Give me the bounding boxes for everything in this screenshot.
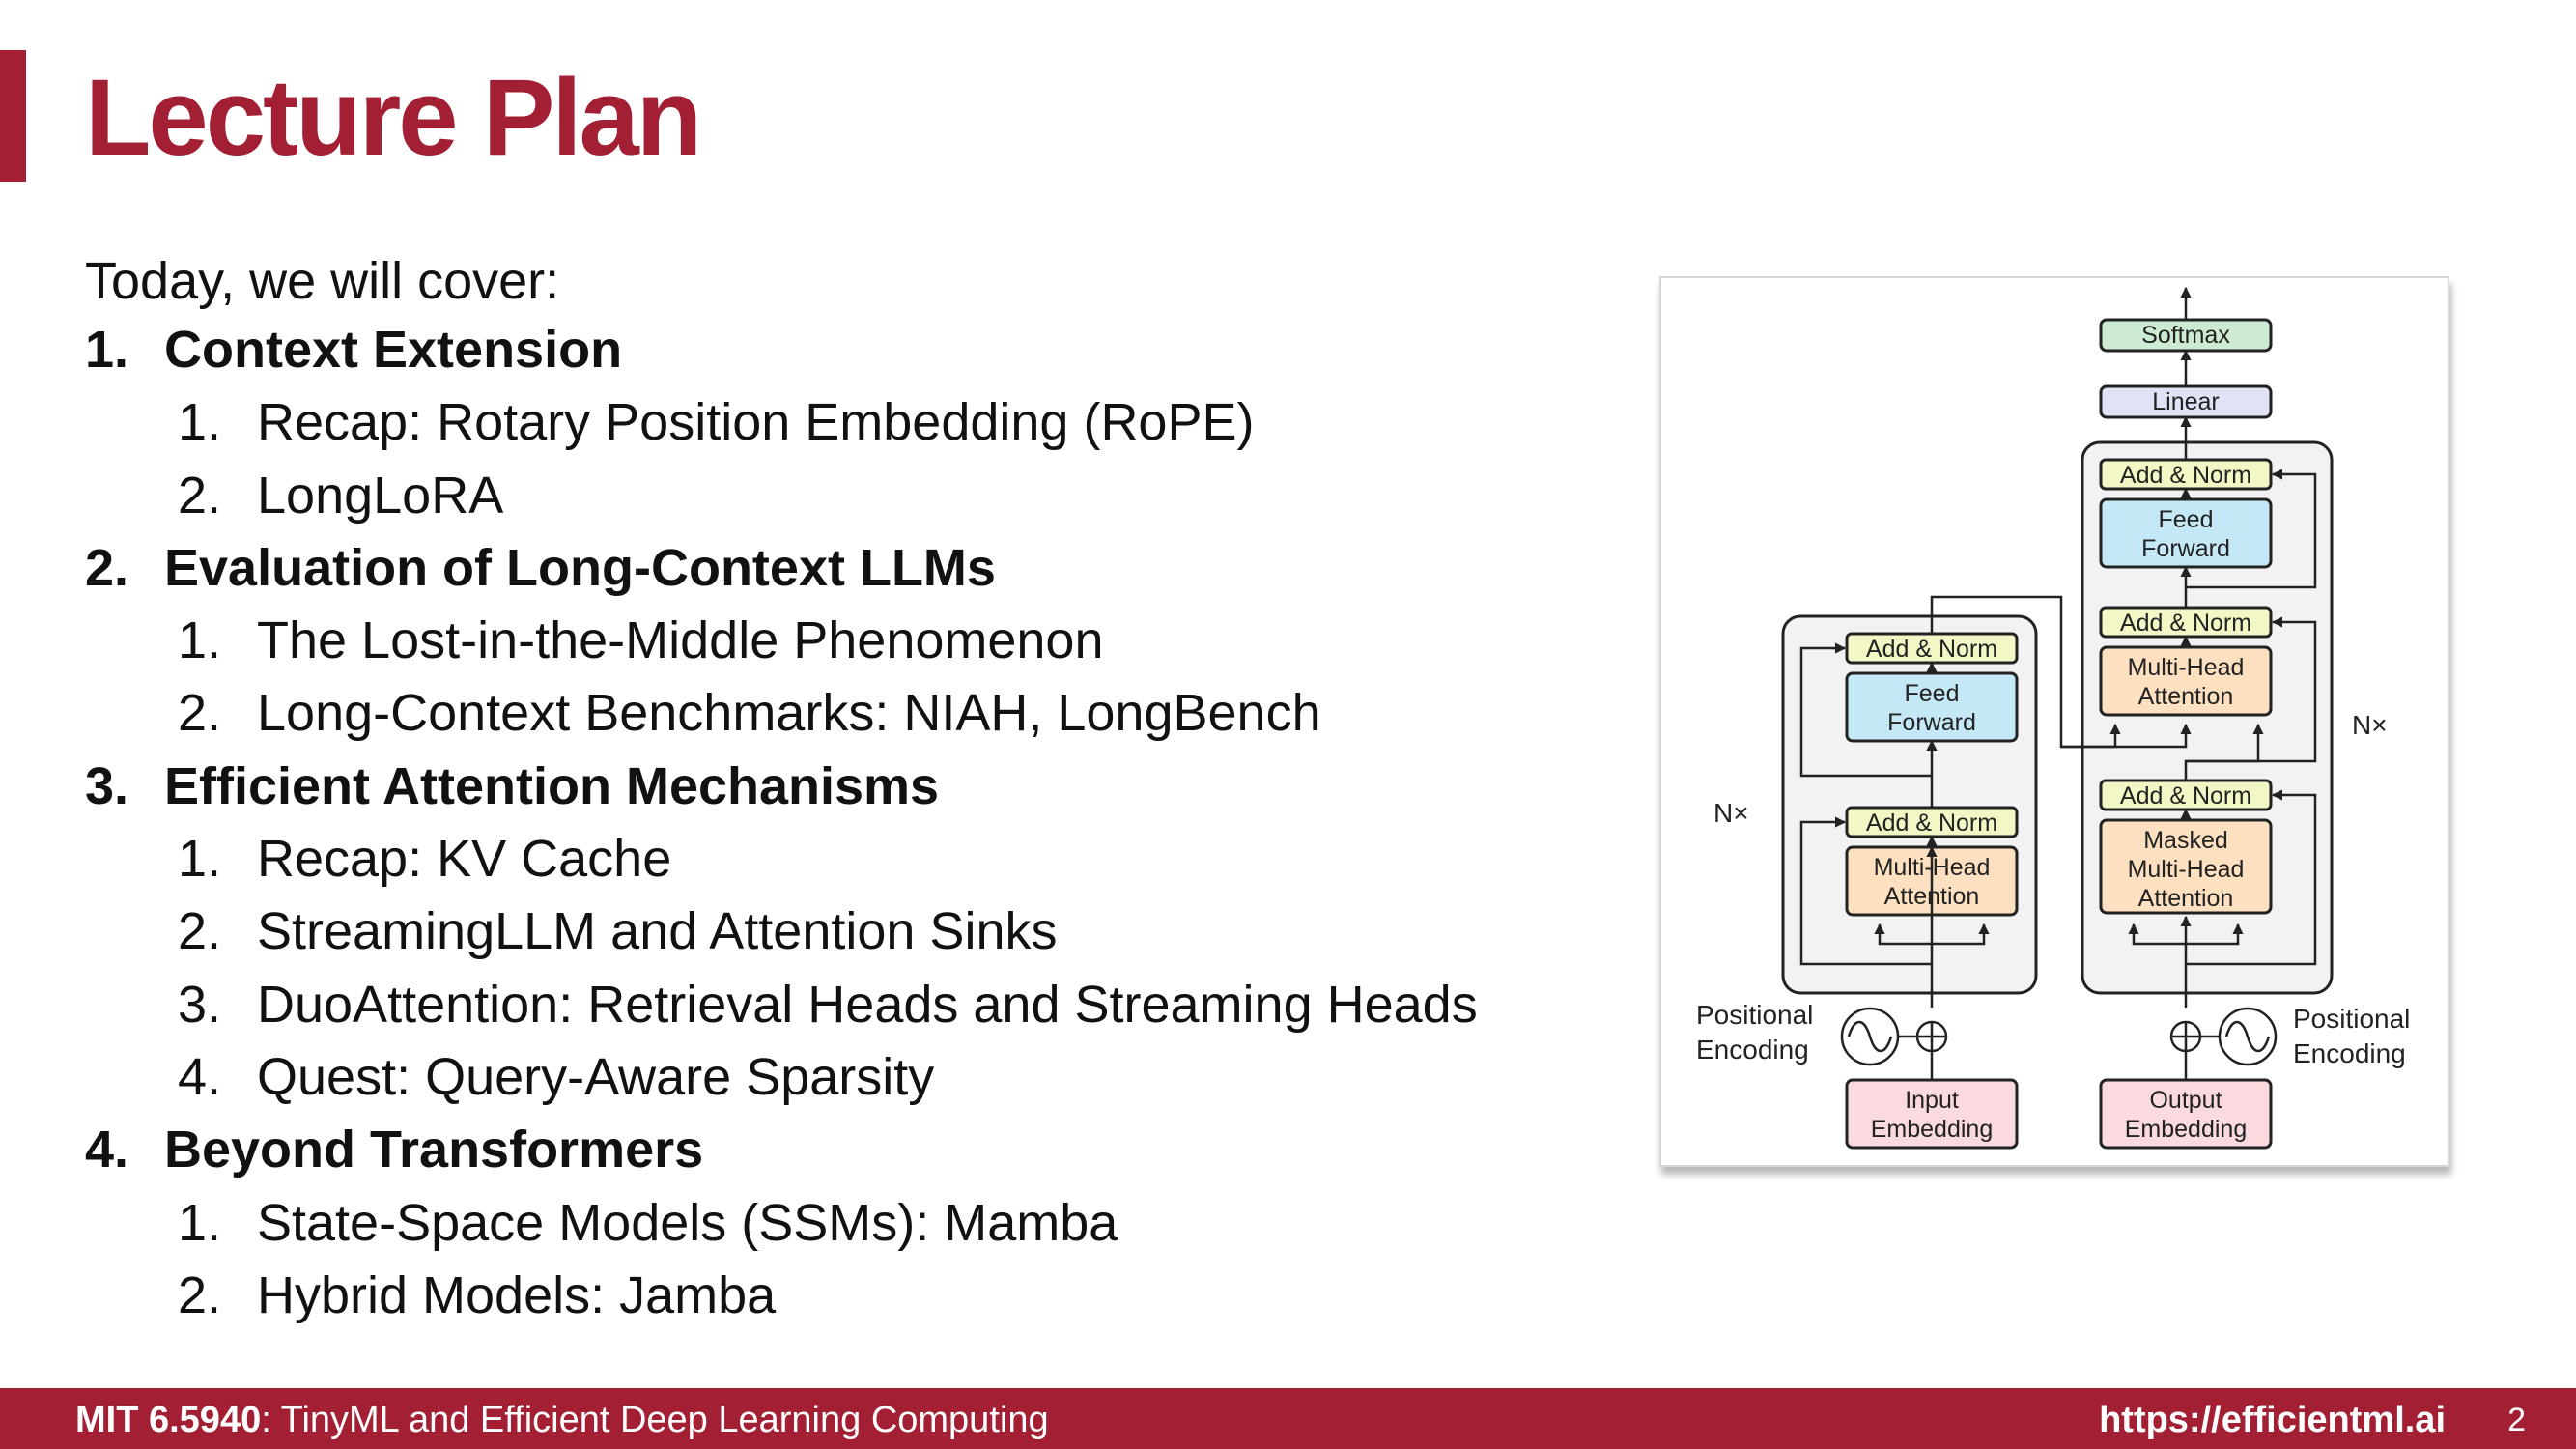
output-embedding-label: Embedding <box>2125 1116 2247 1143</box>
subsection-2-2: 2. Long-Context Benchmarks: NIAH, LongBen… <box>85 677 1478 750</box>
subsection-label: StreamingLLM and Attention Sinks <box>257 902 1058 961</box>
section-label: Context Extension <box>164 321 623 379</box>
subsection-number: 1. <box>178 611 222 670</box>
footer-url-link[interactable]: https://efficientml.ai <box>2099 1400 2446 1441</box>
subsection-number: 4. <box>178 1047 222 1106</box>
subsection-number: 1. <box>178 830 222 889</box>
section-number: 2. <box>85 538 129 597</box>
attention-label: Attention <box>2138 683 2234 710</box>
output-embedding-label: Output <box>2149 1087 2222 1114</box>
subsection-label: Hybrid Models: Jamba <box>257 1265 777 1324</box>
course-code: MIT 6.5940 <box>75 1400 262 1440</box>
course-title: : TinyML and Efficient Deep Learning Com… <box>261 1400 1049 1440</box>
section-2: 2. Evaluation of Long-Context LLMs <box>85 532 1478 605</box>
section-number: 1. <box>85 321 129 379</box>
feed-forward-label: Feed <box>2159 506 2214 533</box>
softmax-label: Softmax <box>2141 322 2230 349</box>
page-number: 2 <box>2507 1402 2526 1438</box>
decoder-positional-encoding-label: Positional <box>2293 1004 2410 1034</box>
subsection-3-1: 1. Recap: KV Cache <box>85 823 1478 895</box>
subsection-number: 1. <box>178 1193 222 1252</box>
footer-bar: MIT 6.5940: TinyML and Efficient Deep Le… <box>0 1388 2576 1449</box>
subsection-4-1: 1. State-Space Models (SSMs): Mamba <box>85 1187 1478 1260</box>
footer-course: MIT 6.5940: TinyML and Efficient Deep Le… <box>75 1400 1049 1441</box>
decoder-nx-label: N× <box>2352 710 2388 740</box>
add-norm-label: Add & Norm <box>2120 610 2251 637</box>
encoder-nx-label: N× <box>1713 798 1749 828</box>
attention-label: Multi-Head <box>2128 654 2245 681</box>
subsection-number: 3. <box>178 975 222 1034</box>
subsection-label: State-Space Models (SSMs): Mamba <box>257 1193 1118 1252</box>
feed-forward-label: Forward <box>1887 709 1976 736</box>
subsection-3-4: 4. Quest: Query-Aware Sparsity <box>85 1041 1478 1114</box>
subsection-label: Long-Context Benchmarks: NIAH, LongBench <box>257 684 1321 743</box>
section-label: Beyond Transformers <box>164 1121 704 1179</box>
decoder-positional-encoding-label: Encoding <box>2293 1038 2406 1068</box>
section-number: 4. <box>85 1121 129 1179</box>
transformer-architecture-figure: Softmax Linear Add & Norm Feed Forward A… <box>1659 276 2449 1167</box>
input-embedding-label: Input <box>1905 1087 1959 1114</box>
masked-attention-label: Multi-Head <box>2128 856 2245 883</box>
section-label: Evaluation of Long-Context LLMs <box>164 538 996 597</box>
subsection-number: 2. <box>178 902 222 961</box>
intro-text: Today, we will cover: <box>85 252 560 310</box>
subsection-3-2: 2. StreamingLLM and Attention Sinks <box>85 895 1478 968</box>
encoder-positional-encoding-label: Encoding <box>1696 1035 1809 1065</box>
section-number: 3. <box>85 756 129 815</box>
subsection-label: Recap: Rotary Position Embedding (RoPE) <box>257 393 1255 452</box>
add-norm-label: Add & Norm <box>1866 636 1997 663</box>
subsection-label: DuoAttention: Retrieval Heads and Stream… <box>257 975 1478 1034</box>
subsection-label: The Lost-in-the-Middle Phenomenon <box>257 611 1104 670</box>
masked-attention-label: Attention <box>2138 885 2234 912</box>
title-accent-bar <box>0 50 26 182</box>
subsection-number: 2. <box>178 684 222 743</box>
subsection-label: Quest: Query-Aware Sparsity <box>257 1047 935 1106</box>
subsection-label: LongLoRA <box>257 466 504 525</box>
attention-label: Attention <box>1884 883 1980 910</box>
add-norm-label: Add & Norm <box>2120 462 2251 489</box>
masked-attention-label: Masked <box>2143 827 2228 854</box>
subsection-number: 2. <box>178 1265 222 1324</box>
subsection-1-2: 2. LongLoRA <box>85 460 1478 532</box>
section-3: 3. Efficient Attention Mechanisms <box>85 751 1478 823</box>
subsection-number: 2. <box>178 466 222 525</box>
section-label: Efficient Attention Mechanisms <box>164 756 940 815</box>
feed-forward-label: Forward <box>2141 535 2230 562</box>
slide-title: Lecture Plan <box>85 57 702 178</box>
subsection-label: Recap: KV Cache <box>257 830 672 889</box>
feed-forward-label: Feed <box>1905 680 1960 707</box>
encoder-positional-encoding-label: Positional <box>1696 1000 1813 1030</box>
transformer-diagram: Softmax Linear Add & Norm Feed Forward A… <box>1696 286 2410 1150</box>
section-1: 1. Context Extension <box>85 314 1478 386</box>
linear-label: Linear <box>2152 388 2220 415</box>
input-embedding-label: Embedding <box>1871 1116 1993 1143</box>
attention-label: Multi-Head <box>1874 854 1991 881</box>
subsection-number: 1. <box>178 393 222 452</box>
add-norm-label: Add & Norm <box>1866 810 1997 837</box>
subsection-2-1: 1. The Lost-in-the-Middle Phenomenon <box>85 605 1478 677</box>
subsection-1-1: 1. Recap: Rotary Position Embedding (RoPE… <box>85 386 1478 459</box>
subsection-4-2: 2. Hybrid Models: Jamba <box>85 1260 1478 1332</box>
section-4: 4. Beyond Transformers <box>85 1114 1478 1186</box>
subsection-3-3: 3. DuoAttention: Retrieval Heads and Stre… <box>85 969 1478 1041</box>
lecture-outline: 1. Context Extension 1. Recap: Rotary Posi… <box>85 314 1478 1332</box>
add-norm-label: Add & Norm <box>2120 782 2251 810</box>
